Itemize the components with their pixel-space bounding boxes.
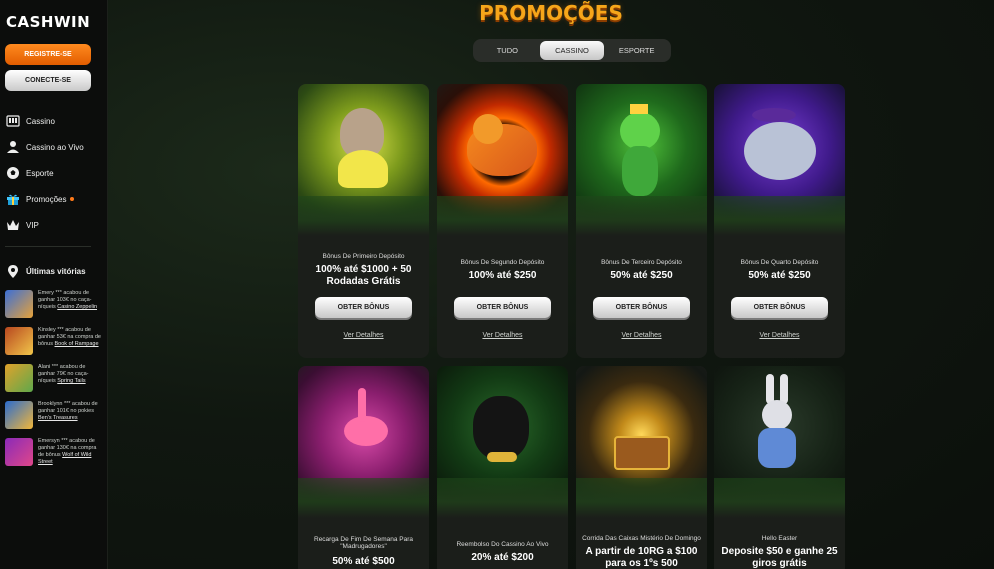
game-thumbnail[interactable] <box>5 327 33 355</box>
sidebar-item-cassino-ao-vivo[interactable]: Cassino ao Vivo <box>6 134 98 160</box>
gift-icon <box>6 192 20 206</box>
promo-card[interactable]: Hello Easter Deposite $50 e ganhe 25 gir… <box>714 366 845 569</box>
tab-esporte[interactable]: ESPORTE <box>604 41 669 60</box>
game-thumbnail[interactable] <box>5 438 33 466</box>
promo-card[interactable]: Recarga De Fim De Semana Para "Madrugado… <box>298 366 429 569</box>
get-bonus-button[interactable]: OBTER BÔNUS <box>454 297 551 318</box>
game-thumbnail[interactable] <box>5 401 33 429</box>
promo-subtitle: Bônus De Quarto Depósito <box>740 259 819 266</box>
list-item[interactable]: Emersyn *** acabou de ganhar 130€ na com… <box>5 438 101 475</box>
sidebar-divider <box>5 246 91 247</box>
dealer-icon <box>6 140 20 154</box>
promo-headline: 100% até $1000 + 50 Rodadas Grátis <box>315 264 412 287</box>
promo-card[interactable]: Bônus De Primeiro Depósito 100% até $100… <box>298 84 429 358</box>
promo-headline: 50% até $250 <box>610 270 673 281</box>
promo-art-flamingo <box>298 366 429 518</box>
list-item[interactable]: Brooklynn *** acabou de ganhar 101€ no p… <box>5 401 101 438</box>
sidebar-item-promocoes[interactable]: Promoções <box>6 186 98 212</box>
sidebar-item-esporte[interactable]: Esporte <box>6 160 98 186</box>
promo-art-chest <box>576 366 707 518</box>
sidebar-item-label: Cassino <box>26 116 55 126</box>
get-bonus-button[interactable]: OBTER BÔNUS <box>593 297 690 318</box>
promo-art-tiger <box>437 84 568 236</box>
promo-card[interactable]: Bônus De Quarto Depósito 50% até $250 OB… <box>714 84 845 358</box>
details-link[interactable]: Ver Detalhes <box>714 332 845 339</box>
promo-headline: 20% até $200 <box>471 552 534 563</box>
game-link[interactable]: Ben's Treasures <box>38 415 78 421</box>
sidebar-item-cassino[interactable]: Cassino <box>6 108 98 134</box>
tab-cassino[interactable]: CASSINO <box>539 41 605 60</box>
promo-headline: 100% até $250 <box>468 270 537 281</box>
recent-wins-list: Emery *** acabou de ganhar 103€ no caça-… <box>5 290 101 475</box>
promo-headline: 50% até $500 <box>332 556 395 567</box>
promo-art-elephant <box>714 84 845 236</box>
promo-subtitle: Hello Easter <box>761 535 798 542</box>
sidebar-nav: Cassino Cassino ao Vivo Esporte Promoçõe… <box>6 108 98 238</box>
promo-card[interactable]: Bônus De Segundo Depósito 100% até $250 … <box>437 84 568 358</box>
tab-tudo[interactable]: TUDO <box>475 41 540 60</box>
win-text: Brooklynn *** acabou de ganhar 101€ no p… <box>38 401 98 414</box>
sidebar-item-label: Promoções <box>26 194 67 204</box>
login-button[interactable]: CONECTE-SE <box>5 70 91 91</box>
crown-icon <box>6 218 20 232</box>
brand-logo[interactable]: CASHWIN <box>6 13 90 31</box>
promo-card[interactable]: Corrida Das Caixas Mistério De Domingo A… <box>576 366 707 569</box>
game-link[interactable]: Spring Tails <box>57 378 85 384</box>
recent-wins-label: Últimas vitórias <box>26 266 86 276</box>
list-item[interactable]: Alani *** acabou de ganhar 79€ no caça-n… <box>5 364 101 401</box>
promo-subtitle: Corrida Das Caixas Mistério De Domingo <box>582 535 701 542</box>
main-content: PROMOÇÕES TUDO CASSINO ESPORTE Bônus De … <box>108 0 994 569</box>
register-button[interactable]: REGISTRE-SE <box>5 44 91 65</box>
sidebar-item-label: Cassino ao Vivo <box>26 142 84 152</box>
promo-art-frog <box>576 84 707 236</box>
game-link[interactable]: Book of Rampage <box>55 341 99 347</box>
slot-machine-icon <box>6 114 20 128</box>
promo-headline: A partir de 10RG a $100 para os 1ºs 500 <box>585 546 698 569</box>
promo-subtitle: Bônus De Primeiro Depósito <box>322 253 405 260</box>
location-pin-icon <box>6 264 20 278</box>
sidebar: CASHWIN REGISTRE-SE CONECTE-SE Cassino C… <box>0 0 108 569</box>
page-title: PROMOÇÕES <box>479 1 623 25</box>
promo-card[interactable]: Reembolso Do Cassino Ao Vivo 20% até $20… <box>437 366 568 569</box>
promo-headline: 50% até $250 <box>748 270 811 281</box>
details-link[interactable]: Ver Detalhes <box>298 332 429 339</box>
sidebar-item-vip[interactable]: VIP <box>6 212 98 238</box>
recent-wins-title: Últimas vitórias <box>6 264 86 278</box>
game-link[interactable]: Casino Zeppelin <box>57 304 97 310</box>
list-item[interactable]: Kinsley *** acabou de ganhar 53€ na comp… <box>5 327 101 364</box>
get-bonus-button[interactable]: OBTER BÔNUS <box>731 297 828 318</box>
promo-art-bunny <box>714 366 845 518</box>
game-thumbnail[interactable] <box>5 364 33 392</box>
promo-subtitle: Bônus De Segundo Depósito <box>460 259 545 266</box>
list-item[interactable]: Emery *** acabou de ganhar 103€ no caça-… <box>5 290 101 327</box>
sidebar-item-label: Esporte <box>26 168 54 178</box>
promo-subtitle: Bônus De Terceiro Depósito <box>601 259 682 266</box>
get-bonus-button[interactable]: OBTER BÔNUS <box>315 297 412 318</box>
promo-headline: Deposite $50 e ganhe 25 giros grátis <box>721 546 838 569</box>
sidebar-item-label: VIP <box>26 220 39 230</box>
category-tabs: TUDO CASSINO ESPORTE <box>473 39 671 62</box>
promo-subtitle: Reembolso Do Cassino Ao Vivo <box>456 541 549 548</box>
promo-art-panther <box>437 366 568 518</box>
promo-subtitle: Recarga De Fim De Semana Para "Madrugado… <box>314 536 413 550</box>
notification-dot <box>70 197 75 201</box>
game-thumbnail[interactable] <box>5 290 33 318</box>
details-link[interactable]: Ver Detalhes <box>576 332 707 339</box>
promo-card[interactable]: Bônus De Terceiro Depósito 50% até $250 … <box>576 84 707 358</box>
soccer-ball-icon <box>6 166 20 180</box>
details-link[interactable]: Ver Detalhes <box>437 332 568 339</box>
promo-art-hippo <box>298 84 429 236</box>
